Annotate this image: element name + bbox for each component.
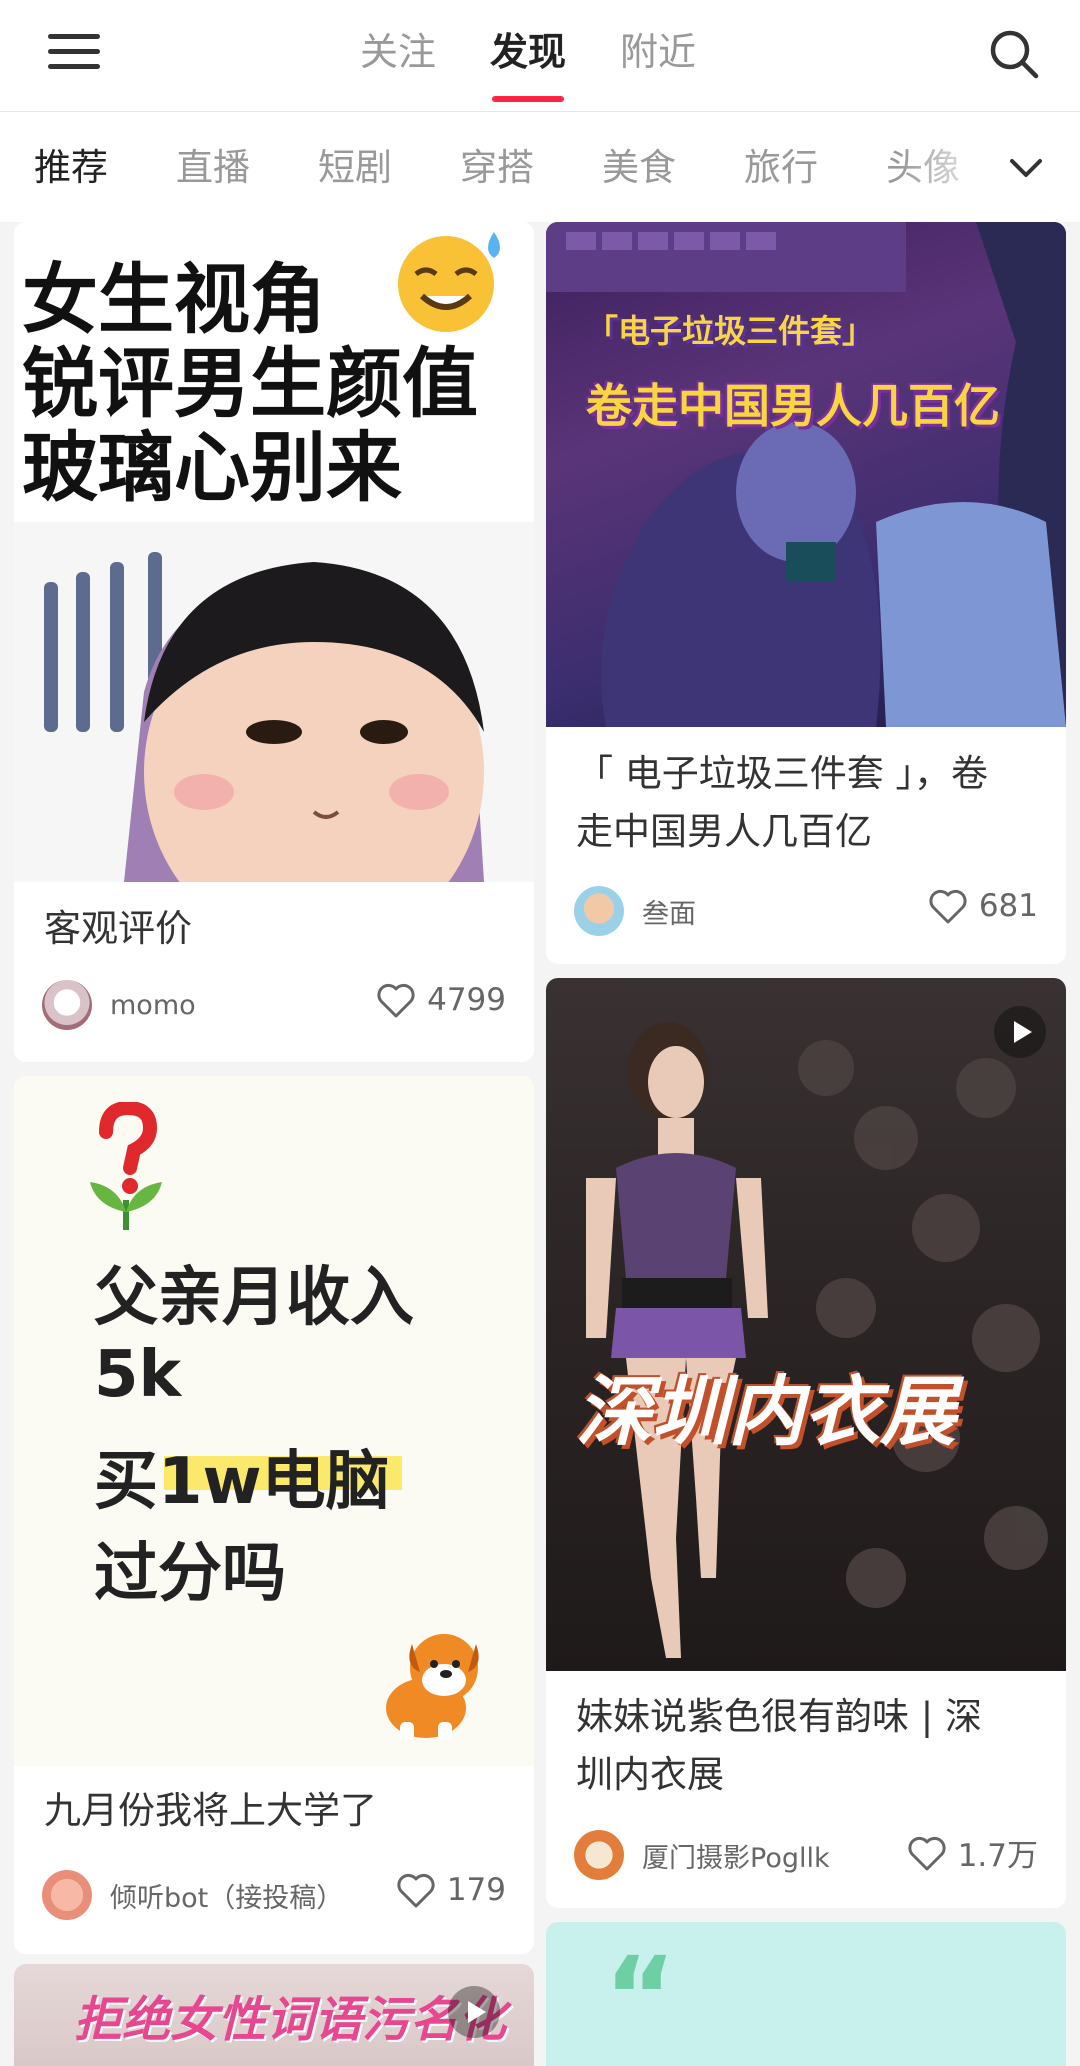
author-name: 倾听bot（接投稿） <box>110 1882 344 1914</box>
heart-icon <box>377 983 415 1018</box>
heart-icon <box>929 889 967 924</box>
runway-model-illustration <box>586 1022 1048 1658</box>
like-button[interactable]: 179 <box>395 1870 506 1910</box>
like-count: 4799 <box>427 982 506 1018</box>
note-author[interactable]: 叁面 <box>574 886 696 936</box>
category-travel[interactable]: 旅行 <box>744 138 818 198</box>
menu-icon[interactable] <box>44 28 104 84</box>
avatar <box>574 886 624 936</box>
author-name: momo <box>110 989 196 1021</box>
cover-caption-1: 「电子垃圾三件套」 <box>586 312 875 350</box>
note-cover-image: 女生视角 锐评男生颜值 玻璃心别来 <box>14 222 534 882</box>
tab-follow[interactable]: 关注 <box>360 22 436 82</box>
category-bar: 推荐 直播 短剧 穿搭 美食 旅行 头像 <box>0 112 1080 222</box>
cover-headline-2: 5k <box>94 1338 182 1412</box>
cover-caption: 深圳内衣展 <box>576 1367 956 1456</box>
heart-icon <box>397 1873 435 1908</box>
puppy-illustration <box>386 1634 479 1740</box>
cover-quote-mark: “ <box>604 1933 677 2061</box>
category-food[interactable]: 美食 <box>602 138 676 198</box>
cover-headline-3: 玻璃心别来 <box>22 423 402 512</box>
note-title-line-1: 妹妹说紫色很有韵味 | 深 <box>576 1695 982 1738</box>
tab-nearby[interactable]: 附近 <box>620 22 696 82</box>
like-button[interactable]: 681 <box>927 886 1038 926</box>
note-card[interactable]: 拒绝女性词语污名化 <box>14 1964 534 2066</box>
note-author[interactable]: 厦门摄影Pogllk <box>574 1830 830 1880</box>
category-fade <box>900 112 1080 222</box>
category-recommend[interactable]: 推荐 <box>34 138 108 198</box>
cartoon-girl-illustration <box>14 522 534 882</box>
note-card[interactable]: 深圳内衣展 妹妹说紫色很有韵味 | 深 圳内衣展 厦门摄影Pogllk 1.7万 <box>546 978 1066 1908</box>
like-count: 681 <box>978 888 1038 924</box>
top-tabs: 关注 发现 附近 <box>360 22 696 102</box>
note-cover-image: 「电子垃圾三件套」 卷走中国男人几百亿 <box>546 222 1066 727</box>
note-title-line-2: 圳内衣展 <box>576 1753 724 1796</box>
category-outfit[interactable]: 穿搭 <box>460 138 534 198</box>
like-count: 1.7万 <box>957 1838 1038 1874</box>
tab-discover[interactable]: 发现 <box>490 22 566 102</box>
author-name: 叁面 <box>642 898 696 930</box>
category-short-drama[interactable]: 短剧 <box>318 138 392 198</box>
author-name: 厦门摄影Pogllk <box>642 1842 830 1874</box>
note-cover-image: “ <box>546 1922 1066 2066</box>
chevron-down-icon[interactable] <box>1006 148 1046 188</box>
note-card[interactable]: 「电子垃圾三件套」 卷走中国男人几百亿 「 电子垃圾三件套 」，卷 走中国男人几… <box>546 222 1066 964</box>
play-icon[interactable] <box>994 1006 1046 1058</box>
question-sprout-icon <box>90 1102 162 1230</box>
avatar <box>42 980 92 1030</box>
like-button[interactable]: 4799 <box>375 980 506 1020</box>
cover-headline-4: 过分吗 <box>94 1537 286 1611</box>
category-live[interactable]: 直播 <box>176 138 250 198</box>
search-icon[interactable] <box>986 26 1042 82</box>
note-title-line-1: 「 电子垃圾三件套 」，卷 <box>576 752 989 795</box>
note-author[interactable]: 倾听bot（接投稿） <box>42 1870 343 1920</box>
like-count: 179 <box>446 1872 506 1908</box>
play-icon[interactable] <box>448 1986 500 2038</box>
sweat-smile-emoji-icon <box>398 232 500 332</box>
top-nav-bar: 关注 发现 附近 <box>0 0 1080 112</box>
cover-caption-2: 卷走中国男人几百亿 <box>586 379 1000 433</box>
note-cover-image: 父亲月收入 5k 买1w电脑 过分吗 <box>14 1076 534 1766</box>
note-title: 九月份我将上大学了 <box>44 1789 377 1832</box>
note-card[interactable]: 女生视角 锐评男生颜值 玻璃心别来 客观评价 momo 4799 <box>14 222 534 1062</box>
cover-caption: 拒绝女性词语污名化 <box>74 1992 507 2048</box>
note-cover-image: 深圳内衣展 <box>546 978 1066 1671</box>
cover-headline-3: 买1w电脑 <box>94 1445 390 1519</box>
like-button[interactable]: 1.7万 <box>906 1830 1038 1875</box>
note-title-line-2: 走中国男人几百亿 <box>576 810 872 853</box>
note-author[interactable]: momo <box>42 980 196 1030</box>
play-triangle-icon <box>1014 1021 1032 1043</box>
keyboard-illustration <box>546 222 1066 727</box>
note-card[interactable]: “ <box>546 1922 1066 2066</box>
heart-icon <box>908 1836 946 1870</box>
cover-headline-1: 父亲月收入 <box>94 1261 414 1335</box>
avatar <box>42 1870 92 1920</box>
play-triangle-icon <box>468 2001 486 2023</box>
note-card[interactable]: 父亲月收入 5k 买1w电脑 过分吗 九月份我将上大学了 倾听bot（接投稿） … <box>14 1076 534 1954</box>
note-cover-image: 拒绝女性词语污名化 <box>14 1964 534 2066</box>
avatar <box>574 1830 624 1880</box>
note-title: 客观评价 <box>44 907 192 950</box>
